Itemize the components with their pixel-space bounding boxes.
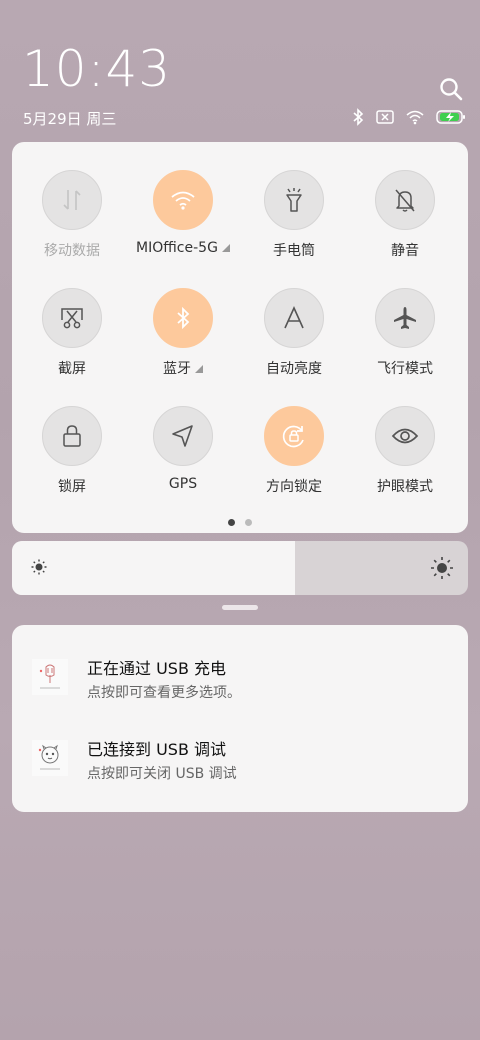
page-dot[interactable]	[245, 519, 252, 526]
expand-triangle-icon	[221, 244, 230, 252]
tile-flashlight[interactable]: 手电筒	[237, 142, 351, 259]
bluetooth-icon[interactable]	[153, 288, 213, 348]
bluetooth-icon	[352, 108, 364, 130]
flashlight-icon[interactable]	[264, 170, 324, 230]
brightness-low-icon	[30, 558, 48, 580]
battery-charging-icon	[436, 109, 466, 129]
drag-handle[interactable]	[222, 605, 258, 610]
tile-auto-brightness[interactable]: 自动亮度	[237, 260, 351, 377]
usb-app-icon	[32, 659, 68, 695]
mobile-data-icon[interactable]	[42, 170, 102, 230]
rotation-lock-icon[interactable]	[264, 406, 324, 466]
search-icon[interactable]	[438, 76, 464, 102]
tile-label: GPS	[168, 476, 198, 492]
tile-eye-comfort[interactable]: 护眼模式	[348, 378, 462, 495]
tile-label: 截屏	[58, 361, 86, 377]
notification-panel: 正在通过 USB 充电 点按即可查看更多选项。 已连接到 USB 调试 点按即可…	[12, 625, 468, 812]
wifi-icon	[406, 110, 424, 129]
notification-item[interactable]: 正在通过 USB 充电 点按即可查看更多选项。	[12, 641, 468, 721]
status-area: 10:43 5月29日 周三	[0, 0, 480, 140]
notification-title: 正在通过 USB 充电	[87, 659, 227, 678]
tile-lock-screen[interactable]: 锁屏	[15, 378, 129, 495]
tile-label: 蓝牙	[126, 358, 240, 378]
tile-label: 护眼模式	[377, 479, 433, 495]
tile-label: MIOffice-5G	[126, 240, 240, 256]
brightness-fill	[12, 541, 295, 595]
usb-debug-app-icon	[32, 740, 68, 776]
tile-label: 移动数据	[44, 243, 100, 259]
sim-off-icon	[376, 109, 394, 129]
tile-rotation-lock[interactable]: 方向锁定	[237, 378, 351, 495]
tile-mobile-data[interactable]: 移动数据	[15, 142, 129, 259]
tile-mute[interactable]: 静音	[348, 142, 462, 259]
auto-brightness-icon[interactable]	[264, 288, 324, 348]
page-indicator	[12, 519, 468, 526]
lock-icon[interactable]	[42, 406, 102, 466]
tile-label: 方向锁定	[266, 479, 322, 495]
brightness-high-icon	[430, 556, 454, 584]
tile-label: 锁屏	[58, 479, 86, 495]
notification-body: 点按即可查看更多选项。	[87, 685, 241, 701]
tile-wifi[interactable]: MIOffice-5G	[126, 142, 240, 256]
notification-title: 已连接到 USB 调试	[87, 740, 227, 759]
expand-triangle-icon	[195, 365, 203, 373]
tile-label: 自动亮度	[266, 361, 322, 377]
tile-bluetooth[interactable]: 蓝牙	[126, 260, 240, 377]
tile-label: 手电筒	[273, 243, 315, 259]
mute-bell-icon[interactable]	[375, 170, 435, 230]
tile-label: 飞行模式	[377, 361, 433, 377]
clock[interactable]: 10:43	[22, 44, 171, 94]
notification-item[interactable]: 已连接到 USB 调试 点按即可关闭 USB 调试	[12, 722, 468, 802]
screenshot-icon[interactable]	[42, 288, 102, 348]
eye-icon[interactable]	[375, 406, 435, 466]
system-status-icons	[352, 108, 466, 130]
page-dot[interactable]	[228, 519, 235, 526]
brightness-slider[interactable]	[12, 541, 468, 595]
location-arrow-icon[interactable]	[153, 406, 213, 466]
airplane-icon[interactable]	[375, 288, 435, 348]
wifi-icon[interactable]	[153, 170, 213, 230]
notification-body: 点按即可关闭 USB 调试	[87, 766, 237, 782]
tile-screenshot[interactable]: 截屏	[15, 260, 129, 377]
tile-label: 静音	[391, 243, 419, 259]
tile-airplane[interactable]: 飞行模式	[348, 260, 462, 377]
quick-settings-panel: 移动数据 MIOffice-5G 手电筒 静音 截屏 蓝牙 自动亮度 飞行模式 …	[12, 142, 468, 533]
date[interactable]: 5月29日 周三	[23, 108, 116, 129]
tile-gps[interactable]: GPS	[126, 378, 240, 492]
